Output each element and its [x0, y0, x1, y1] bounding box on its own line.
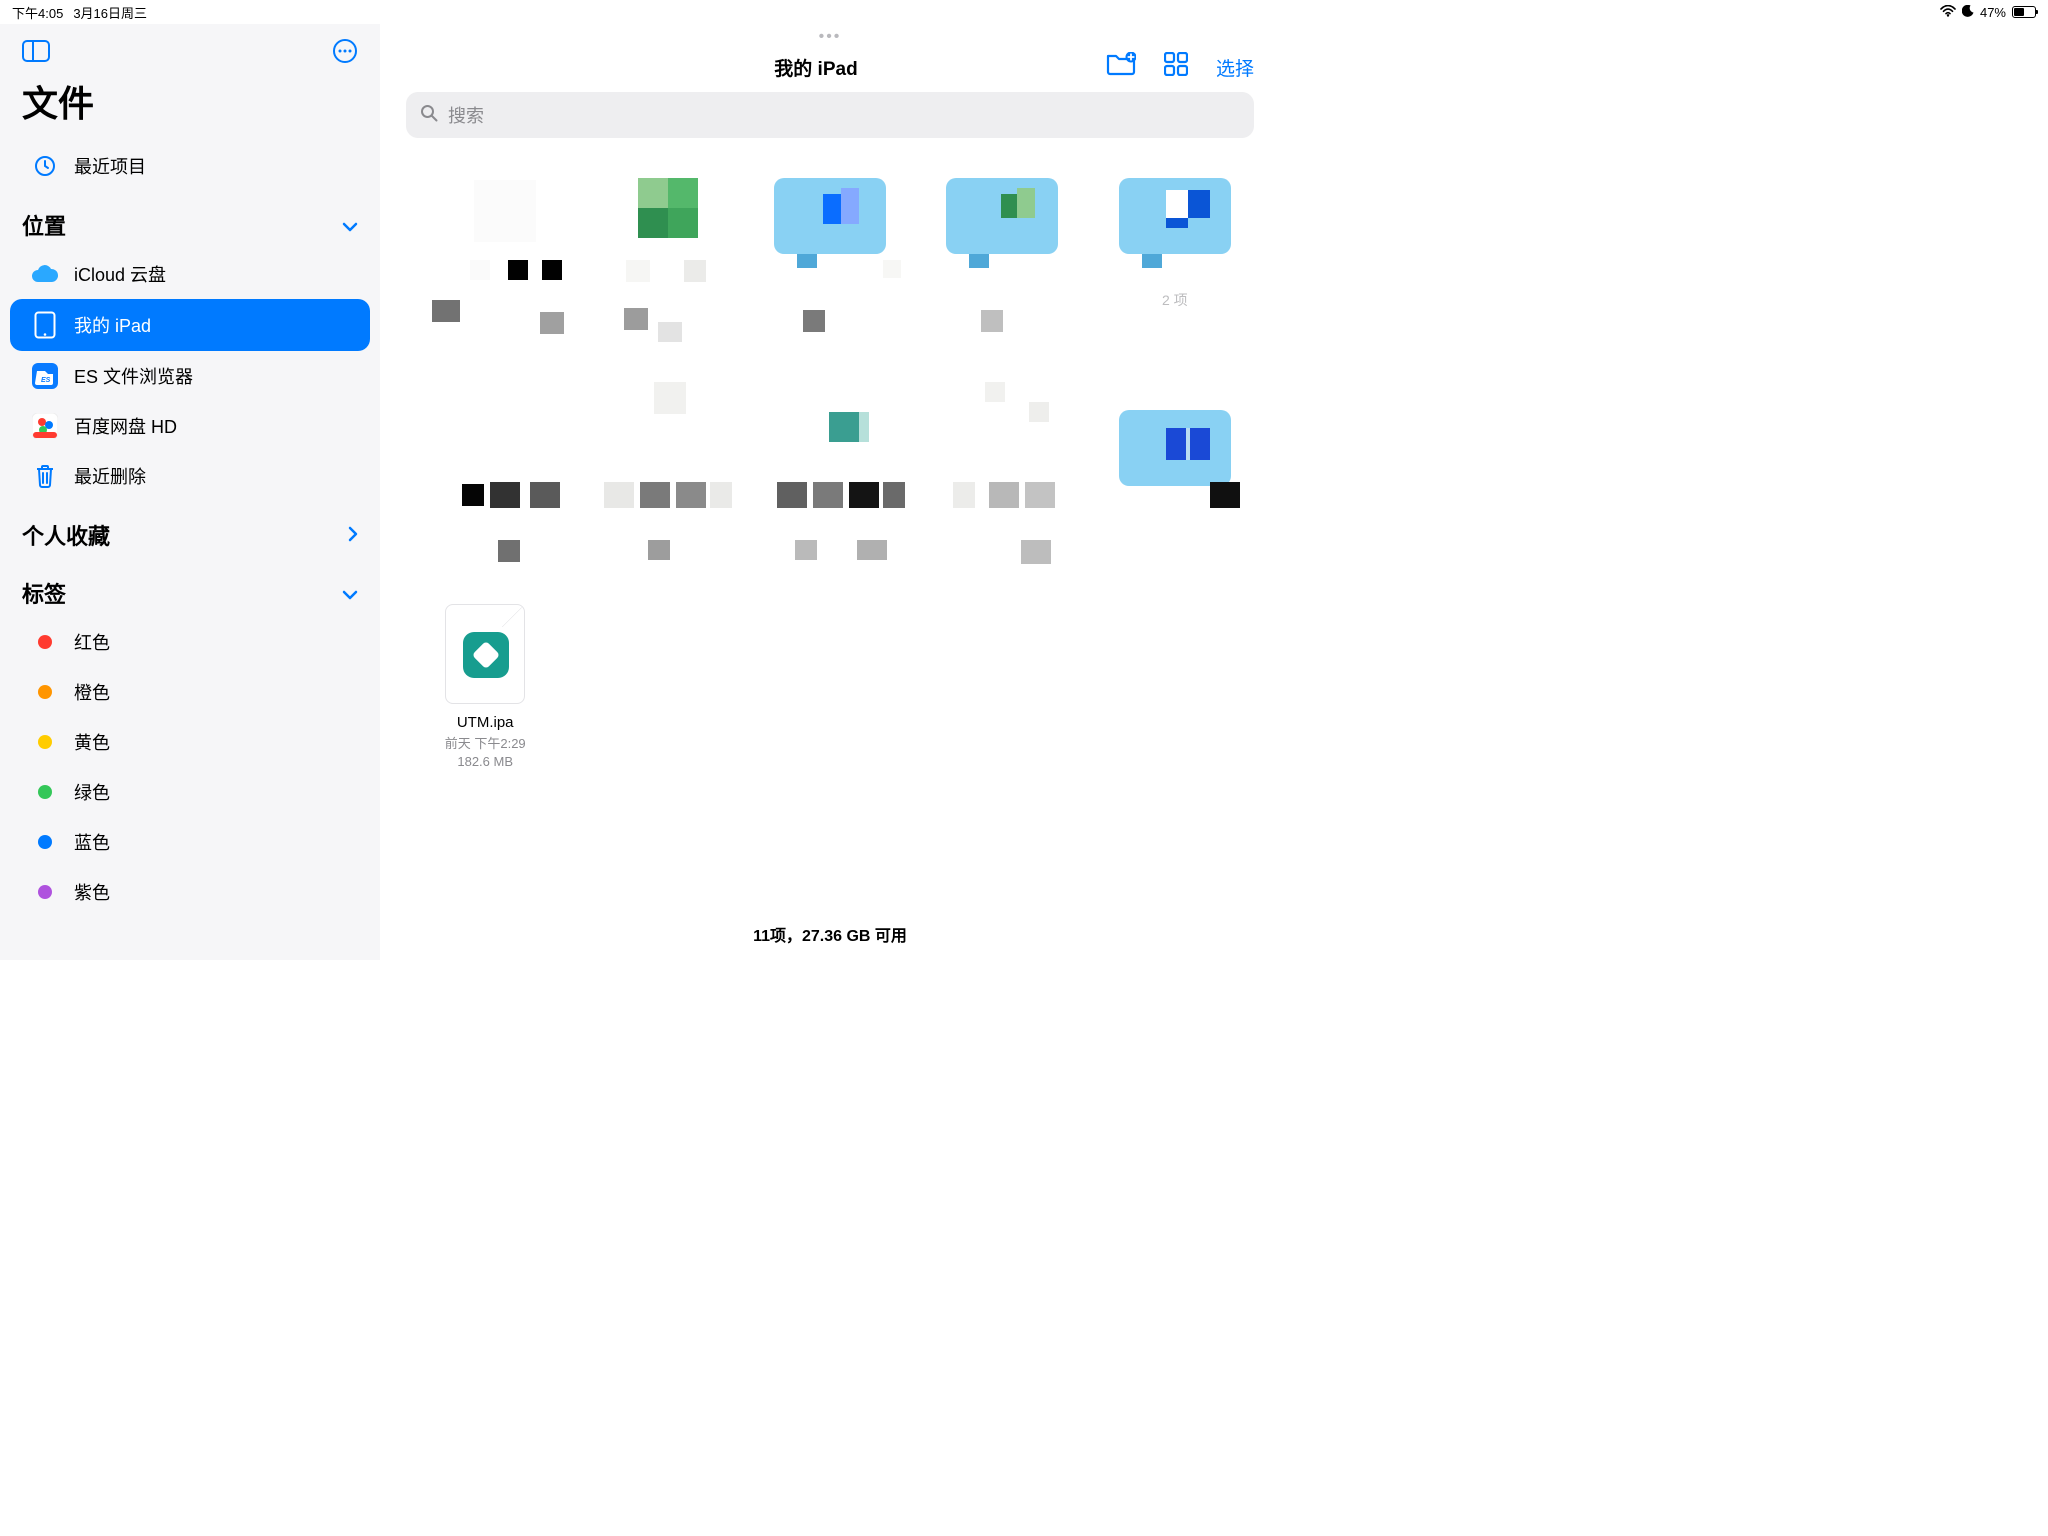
- file-name-label: UTM.ipa: [457, 714, 514, 731]
- sidebar-item-label: 百度网盘 HD: [74, 413, 177, 439]
- chevron-right-icon: [348, 522, 358, 548]
- sidebar-tag-label: 绿色: [74, 779, 110, 805]
- tag-dot-icon: [30, 785, 60, 799]
- clock-icon: [30, 154, 60, 178]
- file-thumbnail: [445, 604, 525, 704]
- file-size-label: 182.6 MB: [457, 754, 513, 769]
- favorites-header[interactable]: 个人收藏: [0, 501, 380, 559]
- sidebar-tag-label: 黄色: [74, 729, 110, 755]
- sidebar-tag-label: 红色: [74, 629, 110, 655]
- sidebar-item-label: 我的 iPad: [74, 312, 151, 338]
- sidebar: 文件 最近项目 位置 iCloud 云盘 我的 iPad: [0, 24, 380, 960]
- grid-item-redacted[interactable]: [412, 382, 558, 578]
- tag-dot-icon: [30, 685, 60, 699]
- grid-item-utm-ipa[interactable]: UTM.ipa 前天 下午2:29 182.6 MB: [412, 604, 558, 800]
- trash-icon: [30, 463, 60, 489]
- grid-item-redacted[interactable]: [757, 382, 903, 578]
- sidebar-recent[interactable]: 最近项目: [10, 141, 370, 191]
- file-grid: 2 项: [406, 150, 1254, 800]
- content-area: ••• 我的 iPad 选择 搜索: [380, 24, 1280, 960]
- search-field[interactable]: 搜索: [406, 92, 1254, 138]
- app-icon: [463, 632, 509, 678]
- grid-item-redacted[interactable]: [929, 382, 1075, 578]
- tag-dot-icon: [30, 885, 60, 899]
- chevron-down-icon: [342, 212, 358, 238]
- view-switcher-icon[interactable]: [1164, 52, 1188, 82]
- more-options-icon[interactable]: [332, 38, 358, 69]
- tags-header[interactable]: 标签: [0, 559, 380, 617]
- sidebar-tag-4[interactable]: 蓝色: [10, 817, 370, 867]
- battery-percent: 47%: [1980, 5, 2006, 20]
- sidebar-tag-0[interactable]: 红色: [10, 617, 370, 667]
- sidebar-item-label: iCloud 云盘: [74, 261, 166, 287]
- sidebar-item-label: 最近删除: [74, 463, 146, 489]
- sidebar-tag-1[interactable]: 橙色: [10, 667, 370, 717]
- battery-icon: [2012, 6, 2036, 18]
- drag-indicator-icon[interactable]: •••: [380, 24, 1280, 46]
- sidebar-tag-2[interactable]: 黄色: [10, 717, 370, 767]
- sidebar-recent-label: 最近项目: [74, 153, 146, 179]
- search-icon: [420, 104, 438, 127]
- sidebar-my-ipad[interactable]: 我的 iPad: [10, 299, 370, 351]
- grid-item-redacted[interactable]: [412, 160, 558, 356]
- ipad-icon: [30, 311, 60, 339]
- sidebar-item-label: ES 文件浏览器: [74, 363, 193, 389]
- sidebar-icloud[interactable]: iCloud 云盘: [10, 249, 370, 299]
- sidebar-baidu[interactable]: 百度网盘 HD: [10, 401, 370, 451]
- search-placeholder: 搜索: [448, 102, 484, 128]
- grid-item-redacted[interactable]: [757, 160, 903, 356]
- clock: 下午4:05: [12, 3, 63, 22]
- sidebar-toggle-icon[interactable]: [22, 40, 50, 67]
- wifi-icon: [1940, 4, 1956, 20]
- status-bar: 下午4:05 3月16日周三 47%: [0, 0, 2048, 24]
- chevron-down-icon: [342, 580, 358, 606]
- date: 3月16日周三: [73, 3, 147, 22]
- grid-item-redacted[interactable]: 2 项: [1102, 160, 1248, 356]
- es-explorer-icon: ES: [30, 363, 60, 389]
- select-button[interactable]: 选择: [1216, 54, 1254, 81]
- sidebar-tag-3[interactable]: 绿色: [10, 767, 370, 817]
- grid-item-redacted[interactable]: [584, 160, 730, 356]
- sidebar-recently-deleted[interactable]: 最近删除: [10, 451, 370, 501]
- file-time-label: 前天 下午2:29: [445, 733, 526, 752]
- sidebar-tag-label: 紫色: [74, 879, 110, 905]
- locations-header[interactable]: 位置: [0, 191, 380, 249]
- grid-item-redacted[interactable]: [1102, 382, 1248, 578]
- item-count-text: 2 项: [1102, 290, 1248, 310]
- sidebar-tag-label: 蓝色: [74, 829, 110, 855]
- new-folder-icon[interactable]: [1106, 52, 1136, 82]
- grid-item-redacted[interactable]: [929, 160, 1075, 356]
- tag-dot-icon: [30, 735, 60, 749]
- toolbar: 我的 iPad 选择: [380, 46, 1280, 92]
- icloud-icon: [30, 264, 60, 284]
- sidebar-es-explorer[interactable]: ES ES 文件浏览器: [10, 351, 370, 401]
- sidebar-tag-5[interactable]: 紫色: [10, 867, 370, 917]
- app-title: 文件: [0, 69, 380, 141]
- grid-item-redacted[interactable]: [584, 382, 730, 578]
- svg-text:ES: ES: [41, 377, 51, 384]
- footer-status: 11项，27.36 GB 可用: [380, 908, 1280, 960]
- sidebar-tag-label: 橙色: [74, 679, 110, 705]
- tag-dot-icon: [30, 635, 60, 649]
- page-title: 我的 iPad: [526, 54, 1106, 81]
- do-not-disturb-icon: [1962, 4, 1974, 20]
- tag-dot-icon: [30, 835, 60, 849]
- baidu-icon: [30, 413, 60, 439]
